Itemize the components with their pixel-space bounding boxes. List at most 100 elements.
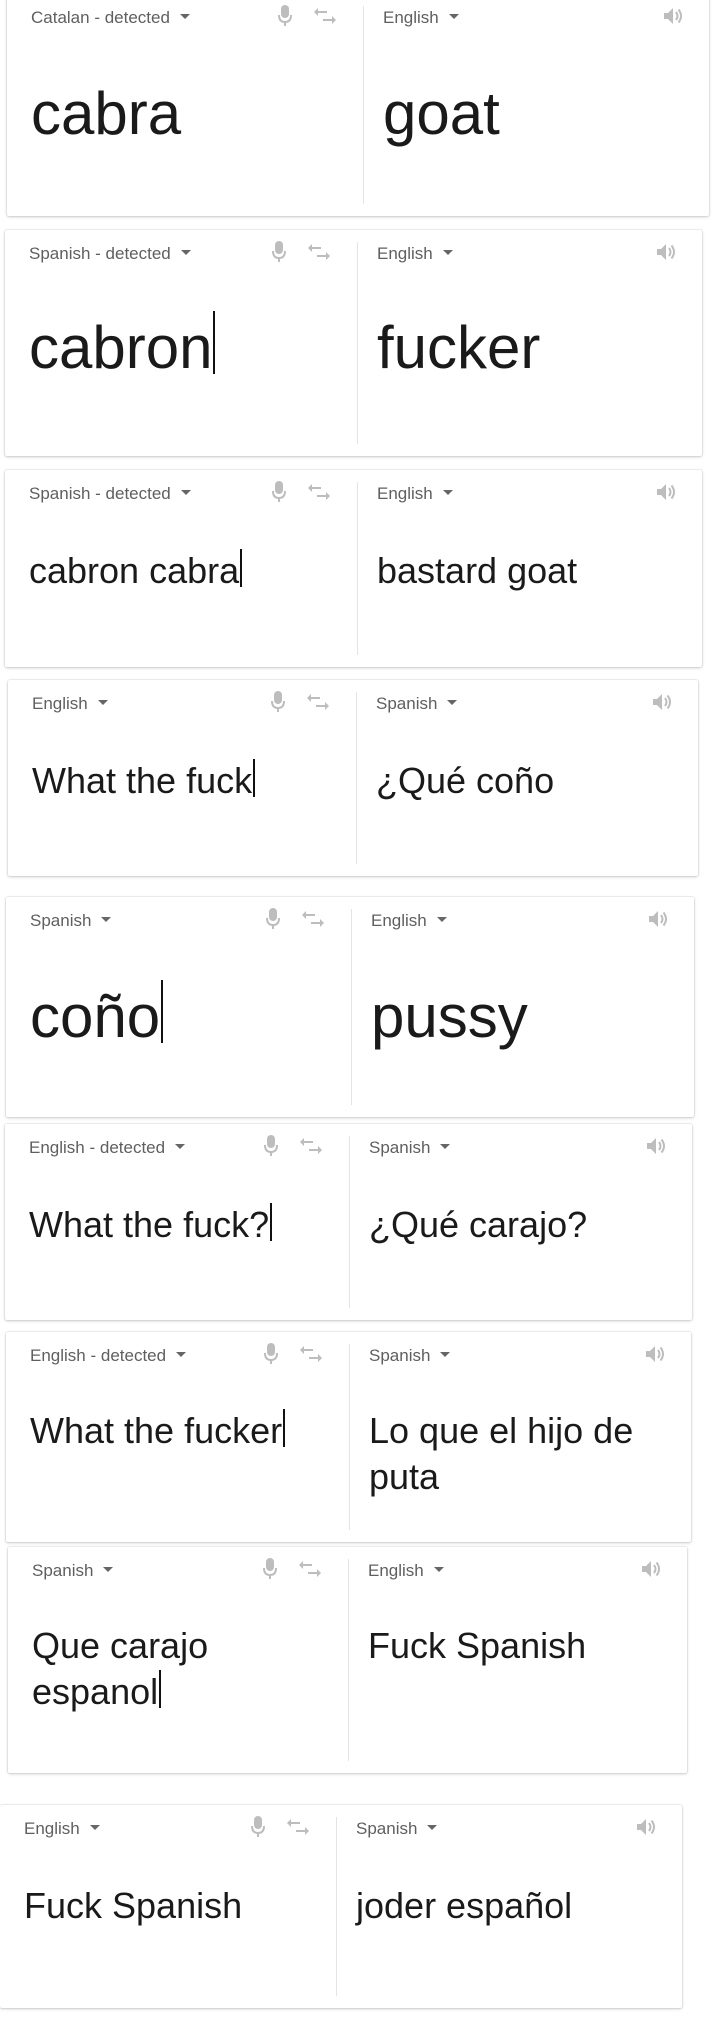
translation-card: Spanish - detected cabron English fucker xyxy=(5,230,702,456)
swap-languages-icon[interactable] xyxy=(304,688,332,716)
text-cursor xyxy=(240,548,243,587)
source-language-selector[interactable]: English - detected xyxy=(29,1138,186,1158)
target-language-selector[interactable]: English xyxy=(368,1561,444,1581)
speaker-icon[interactable] xyxy=(659,2,687,30)
target-language-selector[interactable]: Spanish xyxy=(356,1819,438,1839)
microphone-icon[interactable] xyxy=(256,1555,284,1583)
text-cursor xyxy=(253,758,256,797)
microphone-icon[interactable] xyxy=(265,478,293,506)
microphone-icon[interactable] xyxy=(257,1132,285,1160)
translation-card: Spanish - detected cabron cabra English bas… xyxy=(5,470,702,667)
chevron-down-icon xyxy=(180,250,191,256)
source-language-label: English xyxy=(32,694,88,713)
speaker-icon[interactable] xyxy=(648,688,676,716)
translation-output: Fuck Spanish xyxy=(368,1625,587,1666)
target-language-selector[interactable]: English xyxy=(377,244,453,264)
source-pane: Spanish - detected cabron cabra xyxy=(5,470,357,667)
swap-languages-icon[interactable] xyxy=(296,1555,324,1583)
source-language-selector[interactable]: English - detected xyxy=(30,1346,187,1366)
target-pane: Spanish ¿Qué coño xyxy=(356,680,698,876)
translation-output: goat xyxy=(383,80,500,147)
translation-output: Lo que el hijo de puta xyxy=(369,1410,634,1498)
translation-card: English - detected What the fuck? Spanish ¿… xyxy=(5,1124,692,1320)
target-language-selector[interactable]: Spanish xyxy=(376,694,458,714)
target-language-label: Spanish xyxy=(376,694,438,713)
speaker-icon[interactable] xyxy=(642,1132,670,1160)
speaker-icon[interactable] xyxy=(652,478,680,506)
source-language-label: Spanish - detected xyxy=(29,484,171,503)
source-language-selector[interactable]: Spanish xyxy=(30,911,112,931)
target-language-selector[interactable]: English xyxy=(383,8,459,28)
source-language-selector[interactable]: Spanish - detected xyxy=(29,484,191,504)
source-pane: English - detected What the fucker xyxy=(6,1332,349,1542)
source-pane: Spanish - detected cabron xyxy=(5,230,357,456)
source-text-input[interactable]: Que carajo espanol xyxy=(32,1623,332,1715)
source-text: Fuck Spanish xyxy=(24,1885,243,1926)
source-text-input[interactable]: Fuck Spanish xyxy=(24,1883,320,1929)
text-cursor xyxy=(270,1202,273,1241)
target-language-label: English xyxy=(371,911,427,930)
chevron-down-icon xyxy=(89,1825,100,1831)
chevron-down-icon xyxy=(97,700,108,706)
chevron-down-icon xyxy=(442,250,453,256)
microphone-icon[interactable] xyxy=(259,905,287,933)
chevron-down-icon xyxy=(440,1352,451,1358)
source-language-selector[interactable]: English xyxy=(32,694,108,714)
swap-languages-icon[interactable] xyxy=(299,905,327,933)
source-language-label: English - detected xyxy=(29,1138,166,1157)
source-text-input[interactable]: cabra xyxy=(31,76,347,153)
source-text-input[interactable]: cabron cabra xyxy=(29,548,341,594)
chevron-down-icon xyxy=(101,917,112,923)
target-pane: Spanish joder español xyxy=(336,1805,682,2008)
translation-output: ¿Qué carajo? xyxy=(369,1204,588,1245)
swap-languages-icon[interactable] xyxy=(305,238,333,266)
chevron-down-icon xyxy=(175,1144,186,1150)
microphone-icon[interactable] xyxy=(257,1340,285,1368)
swap-languages-icon[interactable] xyxy=(311,2,339,30)
source-text: What the fuck? xyxy=(29,1204,270,1245)
target-language-label: Spanish xyxy=(369,1138,431,1157)
translation-output: pussy xyxy=(371,983,528,1050)
chevron-down-icon xyxy=(176,1352,187,1358)
chevron-down-icon xyxy=(179,14,190,20)
microphone-icon[interactable] xyxy=(265,238,293,266)
target-pane: Spanish Lo que el hijo de puta xyxy=(349,1332,691,1542)
swap-languages-icon[interactable] xyxy=(305,478,333,506)
source-text-input[interactable]: What the fucker xyxy=(30,1408,333,1454)
target-pane: Spanish ¿Qué carajo? xyxy=(349,1124,692,1320)
text-cursor xyxy=(161,980,164,1044)
target-language-selector[interactable]: Spanish xyxy=(369,1138,451,1158)
target-language-selector[interactable]: English xyxy=(377,484,453,504)
translation-card: English Fuck Spanish Spanish joder español xyxy=(0,1805,682,2008)
speaker-icon[interactable] xyxy=(652,238,680,266)
swap-languages-icon[interactable] xyxy=(297,1132,325,1160)
target-language-label: Spanish xyxy=(356,1819,418,1838)
speaker-icon[interactable] xyxy=(644,905,672,933)
source-text-input[interactable]: What the fuck xyxy=(32,758,340,804)
speaker-icon[interactable] xyxy=(632,1813,660,1841)
target-pane: English pussy xyxy=(351,897,694,1117)
microphone-icon[interactable] xyxy=(264,688,292,716)
source-language-selector[interactable]: English xyxy=(24,1819,100,1839)
source-language-selector[interactable]: Catalan - detected xyxy=(31,8,190,28)
microphone-icon[interactable] xyxy=(244,1813,272,1841)
speaker-icon[interactable] xyxy=(637,1555,665,1583)
text-cursor xyxy=(283,1408,286,1447)
source-text-input[interactable]: coño xyxy=(30,979,335,1056)
swap-languages-icon[interactable] xyxy=(297,1340,325,1368)
source-language-selector[interactable]: Spanish - detected xyxy=(29,244,191,264)
microphone-icon[interactable] xyxy=(271,2,299,30)
target-language-selector[interactable]: English xyxy=(371,911,447,931)
target-language-selector[interactable]: Spanish xyxy=(369,1346,451,1366)
source-text-input[interactable]: cabron xyxy=(29,310,341,387)
translation-card: English - detected What the fucker Spanish… xyxy=(6,1332,691,1542)
source-language-selector[interactable]: Spanish xyxy=(32,1561,114,1581)
source-text-input[interactable]: What the fuck? xyxy=(29,1202,333,1248)
translation-output: bastard goat xyxy=(377,550,578,591)
translation-card: Catalan - detected cabra English goat xyxy=(7,0,709,216)
speaker-icon[interactable] xyxy=(641,1340,669,1368)
target-pane: English goat xyxy=(363,0,709,216)
swap-languages-icon[interactable] xyxy=(284,1813,312,1841)
source-pane: English What the fuck xyxy=(8,680,356,876)
source-text: What the fuck xyxy=(32,760,253,801)
